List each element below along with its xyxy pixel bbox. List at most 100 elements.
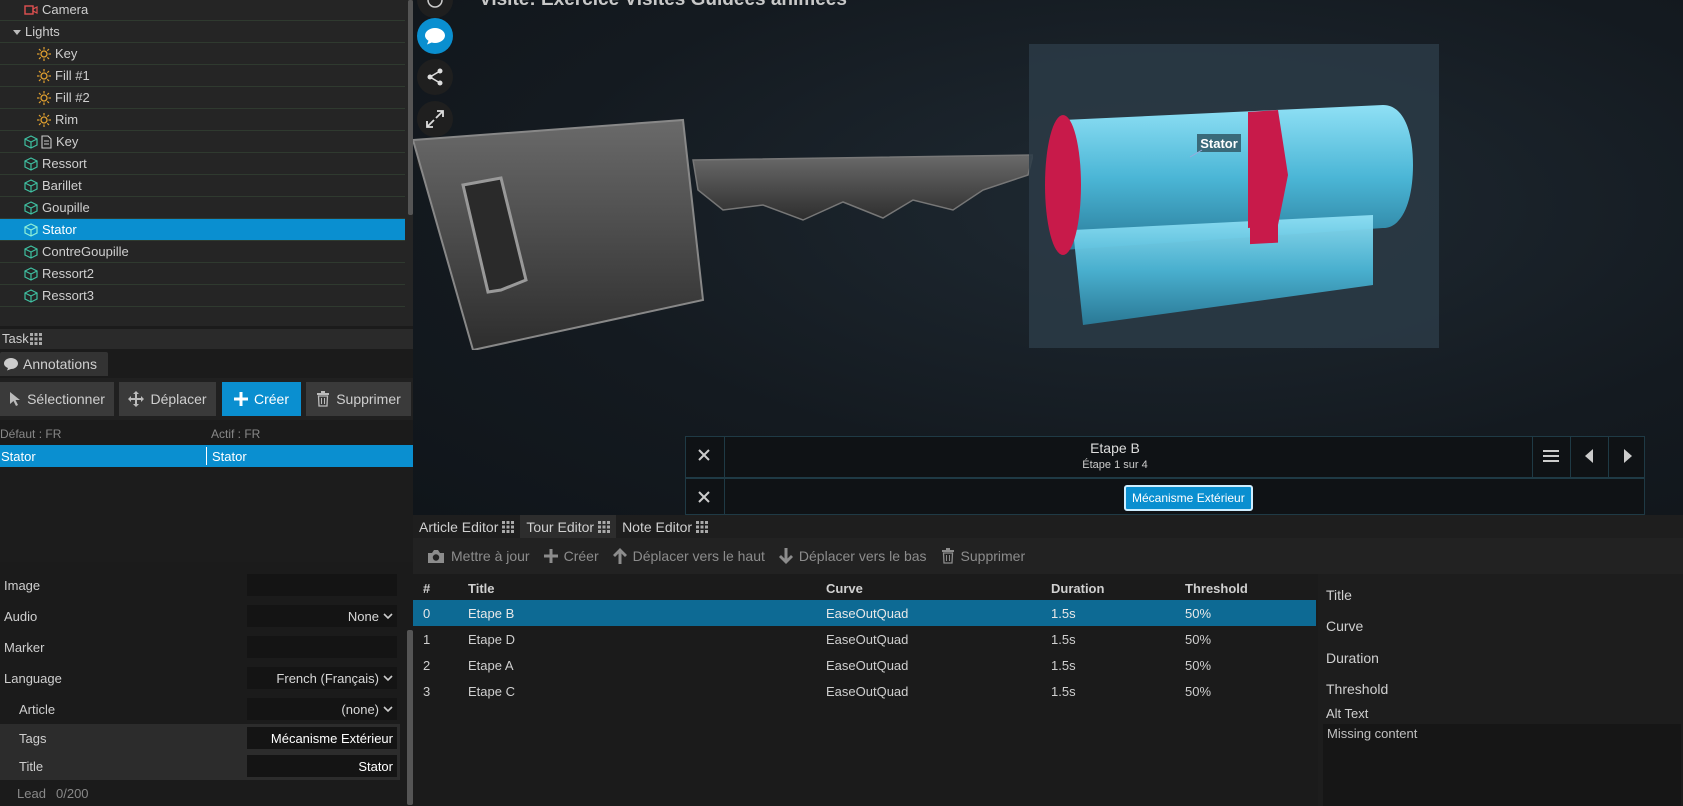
tab-article-editor[interactable]: Article Editor bbox=[413, 515, 520, 538]
move-up-button[interactable]: Déplacer vers le haut bbox=[612, 548, 765, 564]
language-select[interactable]: French (Français) bbox=[247, 667, 397, 689]
divider bbox=[1608, 437, 1609, 477]
col-header-curve[interactable]: Curve bbox=[826, 581, 863, 596]
marker-field[interactable] bbox=[247, 636, 397, 658]
tree-item-ressort[interactable]: Ressort bbox=[0, 153, 405, 175]
key-model[interactable] bbox=[413, 110, 1033, 350]
previous-step-icon[interactable] bbox=[1584, 449, 1594, 463]
next-step-icon[interactable] bbox=[1623, 449, 1633, 463]
annotation-leader-line bbox=[1189, 149, 1203, 158]
language-row: Language French (Français) bbox=[0, 665, 400, 691]
divider bbox=[1532, 437, 1533, 477]
tab-note-editor[interactable]: Note Editor bbox=[616, 515, 714, 538]
tag-chip[interactable]: Mécanisme Extérieur bbox=[1124, 485, 1253, 511]
audio-select-value: None bbox=[347, 608, 379, 624]
table-row[interactable]: 3 Etape C EaseOutQuad 1.5s 50% bbox=[413, 678, 1316, 704]
tree-item-contregoupille[interactable]: ContreGoupille bbox=[0, 241, 405, 263]
delete-button[interactable]: Supprimer bbox=[306, 382, 411, 416]
caret-down-icon[interactable] bbox=[13, 28, 21, 36]
cube-icon bbox=[24, 200, 38, 215]
table-row[interactable]: 0 Etape B EaseOutQuad 1.5s 50% bbox=[413, 600, 1316, 626]
cube-icon bbox=[24, 266, 38, 281]
title-field[interactable]: Stator bbox=[247, 755, 397, 777]
select-button[interactable]: Sélectionner bbox=[0, 382, 114, 416]
tree-item-light-rim[interactable]: Rim bbox=[0, 109, 405, 131]
trash-icon bbox=[316, 391, 330, 407]
annotations-tab-label: Annotations bbox=[23, 356, 97, 372]
tree-item-stator[interactable]: Stator bbox=[0, 219, 405, 241]
tree-item-light-fill2[interactable]: Fill #2 bbox=[0, 87, 405, 109]
update-button[interactable]: Mettre à jour bbox=[427, 548, 530, 564]
col-header-threshold[interactable]: Threshold bbox=[1185, 581, 1248, 596]
select-button-label: Sélectionner bbox=[27, 391, 105, 407]
viewport-button-share[interactable] bbox=[417, 59, 453, 95]
row-curve: EaseOutQuad bbox=[826, 657, 909, 673]
image-field[interactable] bbox=[247, 574, 397, 596]
menu-icon[interactable] bbox=[1543, 449, 1559, 463]
tree-item-lights[interactable]: Lights bbox=[0, 21, 405, 43]
tree-item-ressort3[interactable]: Ressort3 bbox=[0, 285, 405, 307]
tree-item-goupille[interactable]: Goupille bbox=[0, 197, 405, 219]
image-row: Image bbox=[0, 572, 400, 598]
alt-text-field[interactable]: Missing content bbox=[1323, 724, 1681, 806]
globe-icon bbox=[426, 0, 444, 9]
audio-select[interactable]: None bbox=[247, 605, 397, 627]
article-select[interactable]: (none) bbox=[247, 698, 397, 720]
move-down-button[interactable]: Déplacer vers le bas bbox=[778, 548, 927, 564]
row-curve: EaseOutQuad bbox=[826, 631, 909, 647]
language-label: Language bbox=[4, 670, 62, 686]
delete-step-button[interactable]: Supprimer bbox=[941, 548, 1026, 564]
image-label: Image bbox=[4, 577, 41, 593]
table-row[interactable]: 1 Etape D EaseOutQuad 1.5s 50% bbox=[413, 626, 1316, 652]
camera-icon bbox=[24, 4, 38, 16]
grid-icon[interactable] bbox=[30, 333, 42, 345]
close-icon[interactable] bbox=[696, 489, 712, 505]
delete-step-button-label: Supprimer bbox=[960, 548, 1026, 564]
col-header-title[interactable]: Title bbox=[468, 581, 495, 596]
document-icon bbox=[41, 134, 52, 149]
close-icon[interactable] bbox=[696, 447, 712, 463]
move-up-button-label: Déplacer vers le haut bbox=[632, 548, 765, 564]
cube-icon bbox=[24, 288, 38, 303]
step-title: Etape B bbox=[1090, 440, 1140, 456]
viewport-button-annotations[interactable] bbox=[417, 18, 453, 54]
light-icon bbox=[37, 112, 51, 127]
tree-item-key[interactable]: Key bbox=[0, 131, 405, 153]
create-button[interactable]: Créer bbox=[222, 382, 301, 416]
marker-row: Marker bbox=[0, 634, 400, 660]
row-duration: 1.5s bbox=[1051, 631, 1076, 647]
viewport-button-home[interactable] bbox=[417, 0, 453, 18]
annotation-row[interactable]: Stator Stator bbox=[0, 445, 413, 467]
tree-item-label: Ressort2 bbox=[42, 266, 95, 281]
tree-item-ressort2[interactable]: Ressort2 bbox=[0, 263, 405, 285]
row-curve: EaseOutQuad bbox=[826, 683, 909, 699]
tree-item-barillet[interactable]: Barillet bbox=[0, 175, 405, 197]
row-duration: 1.5s bbox=[1051, 683, 1076, 699]
tree-item-light-fill1[interactable]: Fill #1 bbox=[0, 65, 405, 87]
annotations-tab[interactable]: Annotations bbox=[0, 352, 108, 376]
move-button[interactable]: Déplacer bbox=[119, 382, 216, 416]
tour-step-detail: Title Curve Duration Threshold Alt Text … bbox=[1318, 574, 1683, 806]
tree-item-light-key[interactable]: Key bbox=[0, 43, 405, 65]
row-threshold: 50% bbox=[1185, 657, 1212, 673]
task-tab[interactable]: Task bbox=[0, 329, 413, 349]
col-header-duration[interactable]: Duration bbox=[1051, 581, 1104, 596]
create-step-button[interactable]: Créer bbox=[543, 548, 599, 564]
annotation-marker[interactable]: Stator bbox=[1197, 134, 1241, 152]
table-row[interactable]: 2 Etape A EaseOutQuad 1.5s 50% bbox=[413, 652, 1316, 678]
tree-item-camera[interactable]: Camera bbox=[0, 0, 405, 21]
row-threshold: 50% bbox=[1185, 631, 1212, 647]
row-title: Etape C bbox=[468, 683, 515, 699]
tour-step-bar: Etape B Étape 1 sur 4 bbox=[685, 436, 1645, 478]
row-num: 3 bbox=[423, 683, 431, 699]
row-num: 0 bbox=[423, 605, 431, 621]
tags-field[interactable]: Mécanisme Extérieur bbox=[247, 727, 397, 749]
grid-icon bbox=[502, 520, 515, 533]
row-duration: 1.5s bbox=[1051, 657, 1076, 673]
tab-tour-editor[interactable]: Tour Editor bbox=[520, 515, 617, 538]
tree-item-label: Lights bbox=[25, 24, 60, 39]
active-lang-label: Actif : FR bbox=[211, 427, 261, 441]
cube-icon bbox=[24, 178, 38, 193]
cube-icon bbox=[24, 222, 38, 237]
tree-item-label: Camera bbox=[42, 2, 89, 17]
